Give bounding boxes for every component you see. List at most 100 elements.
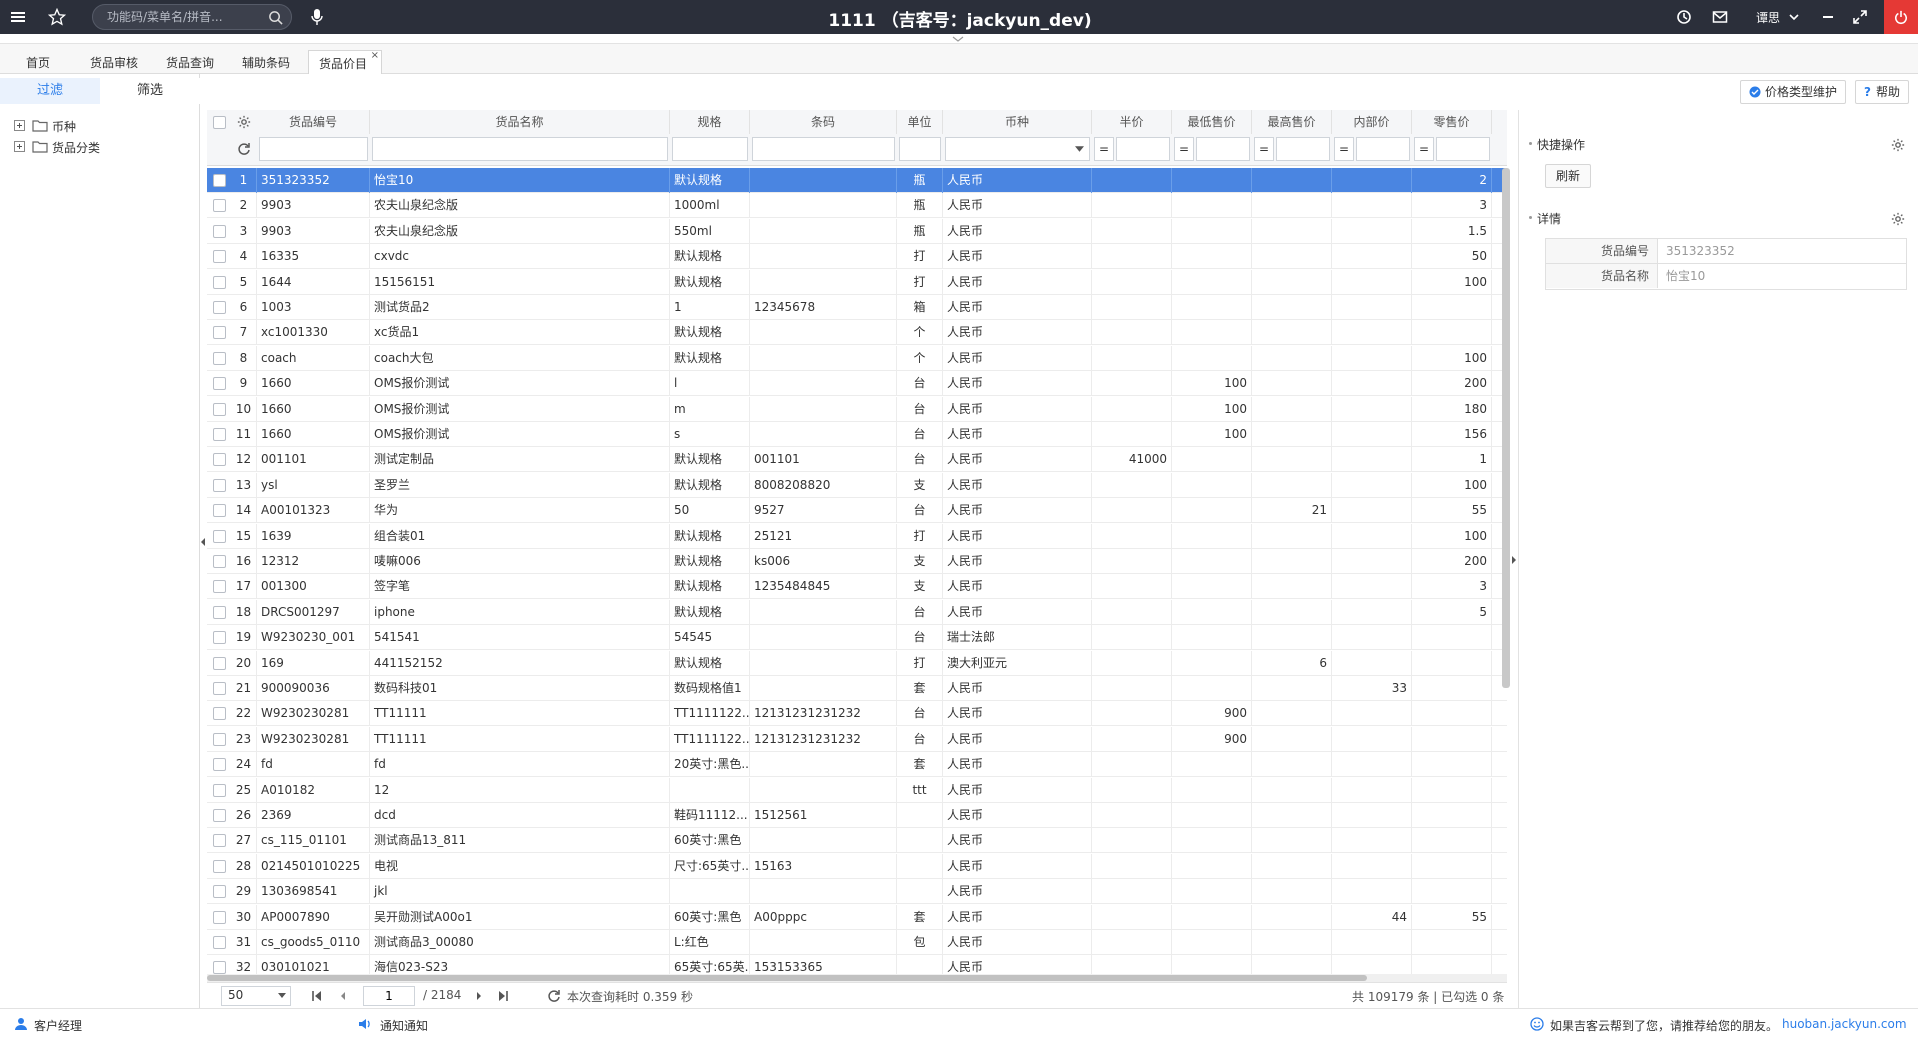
notice-text[interactable]: 通知通知 (380, 1017, 428, 1034)
table-row[interactable]: 10 1660 OMS报价测试 m 台人民币 100 180 (207, 396, 1507, 422)
row-checkbox[interactable] (213, 478, 226, 492)
row-checkbox[interactable] (213, 174, 226, 187)
column-header-goods-name[interactable]: 货品名称 (370, 110, 670, 134)
tab-home[interactable]: 首页 (16, 50, 60, 74)
select-all-checkbox[interactable] (213, 116, 226, 129)
row-checkbox[interactable] (213, 351, 226, 365)
row-checkbox[interactable] (213, 428, 226, 441)
row-checkbox[interactable] (213, 859, 226, 873)
row-checkbox[interactable] (213, 656, 226, 670)
refresh-icon[interactable] (547, 989, 561, 1003)
table-row[interactable]: 26 2369 dcd 鞋码11112... 1512561 人民币 (207, 803, 1507, 828)
filter-input-barcode[interactable] (752, 137, 895, 161)
user-name[interactable]: 谭思 (1756, 9, 1780, 26)
column-header-min-price[interactable]: 最低售价 (1172, 110, 1252, 134)
column-header-barcode[interactable]: 条码 (750, 110, 897, 134)
table-row[interactable]: 15 1639 组合装01 默认规格 25121 打人民币 100 (207, 523, 1507, 549)
price-type-maintain-button[interactable]: 价格类型维护 (1740, 80, 1847, 104)
row-checkbox[interactable] (213, 199, 226, 213)
tab-goods-query[interactable]: 货品查询 (156, 50, 224, 74)
row-checkbox[interactable] (213, 910, 226, 924)
table-row[interactable]: 13 ysl 圣罗兰 默认规格 8008208820 支人民币 100 (207, 472, 1507, 498)
table-row[interactable]: 19 W9230230_001 541541 54545 台瑞士法郎 (207, 625, 1507, 651)
row-checkbox[interactable] (213, 682, 226, 695)
expand-icon[interactable] (14, 120, 25, 131)
table-row[interactable]: 20 169 441152152 默认规格 打澳大利亚元 6 (207, 650, 1507, 676)
dropdown-arrow-icon[interactable] (1075, 146, 1084, 152)
table-row[interactable]: 17 001300 签字笔 默认规格 1235484845 支人民币 3 (207, 574, 1507, 600)
microphone-icon[interactable] (310, 8, 324, 26)
clock-icon[interactable] (1676, 9, 1692, 25)
tab-filter[interactable]: 过滤 (0, 78, 100, 104)
row-checkbox[interactable] (213, 301, 226, 314)
collapse-right-handle[interactable] (1510, 548, 1518, 572)
expand-icon[interactable] (14, 141, 25, 152)
filter-input-max-price[interactable] (1276, 137, 1330, 161)
scrollbar-thumb[interactable] (207, 975, 1367, 981)
row-checkbox[interactable] (213, 834, 226, 848)
prev-page-icon[interactable] (337, 989, 349, 1003)
row-checkbox[interactable] (213, 936, 226, 949)
row-checkbox[interactable] (213, 326, 226, 340)
header-collapse-bar[interactable] (0, 34, 1918, 44)
collapse-left-handle[interactable] (199, 530, 207, 554)
row-checkbox[interactable] (213, 707, 226, 721)
tab-goods-review[interactable]: 货品审核 (80, 50, 148, 74)
horizontal-scrollbar[interactable] (207, 974, 1507, 982)
filter-input-inner-price[interactable] (1356, 137, 1410, 161)
star-icon[interactable] (48, 8, 66, 26)
table-row[interactable]: 11 1660 OMS报价测试 s 台人民币 100 156 (207, 422, 1507, 447)
mail-icon[interactable] (1712, 9, 1728, 25)
chevron-down-icon[interactable] (952, 36, 964, 42)
refresh-button[interactable]: 刷新 (1545, 164, 1592, 188)
row-checkbox[interactable] (213, 224, 226, 238)
table-row[interactable]: 1 351323352 怡宝10 默认规格 瓶人民币 2 (207, 168, 1507, 193)
column-header-max-price[interactable]: 最高售价 (1252, 110, 1332, 134)
row-checkbox[interactable] (213, 580, 226, 594)
filter-operator[interactable]: = (1094, 137, 1114, 161)
filter-input-retail-price[interactable] (1436, 137, 1490, 161)
recommend-link[interactable]: huoban.jackyun.com (1782, 1017, 1907, 1031)
table-row[interactable]: 29 1303698541 jkl 人民币 (207, 879, 1507, 905)
help-button[interactable]: ? 帮助 (1855, 80, 1910, 104)
chevron-down-icon[interactable] (1788, 9, 1800, 25)
search-input[interactable] (107, 9, 257, 25)
column-header-inner-price[interactable]: 内部价 (1332, 110, 1412, 134)
column-settings-gear-icon[interactable] (237, 115, 251, 129)
column-header-spec[interactable]: 规格 (670, 110, 750, 134)
tab-goods-price[interactable]: 货品价目 × (308, 50, 383, 74)
row-checkbox[interactable] (213, 758, 226, 772)
column-header-half-price[interactable]: 半价 (1092, 110, 1172, 134)
column-header-currency[interactable]: 币种 (943, 110, 1092, 134)
filter-input-unit[interactable] (899, 137, 941, 161)
table-row[interactable]: 23 W9230230281 TT11111 TT1111122... 12131231… (207, 726, 1507, 752)
first-page-icon[interactable] (311, 989, 323, 1003)
table-row[interactable]: 14 A00101323 华为 50 9527 台人民币 21 55 (207, 498, 1507, 524)
filter-input-goods-name[interactable] (372, 137, 668, 161)
filter-input-goods-code[interactable] (259, 137, 368, 161)
table-row[interactable]: 27 cs_115_01101 测试商品13_811 60英寸:黑色 人民币 (207, 828, 1507, 854)
column-header-goods-code[interactable]: 货品编号 (257, 110, 370, 134)
row-checkbox[interactable] (213, 961, 226, 975)
table-row[interactable]: 21 900090036 数码科技01 数码规格值1 套人民币 33 (207, 676, 1507, 701)
row-checkbox[interactable] (213, 453, 226, 467)
close-window-button[interactable] (1884, 0, 1918, 34)
filter-input-currency[interactable] (945, 137, 1090, 161)
row-checkbox[interactable] (213, 809, 226, 822)
filter-input-min-price[interactable] (1196, 137, 1250, 161)
row-checkbox[interactable] (213, 250, 226, 264)
table-row[interactable]: 4 16335 cxvdc 默认规格 打人民币 50 (207, 244, 1507, 270)
table-row[interactable]: 28 0214501010225 电视 尺寸:65英寸... 15163 人民币 (207, 853, 1507, 879)
table-row[interactable]: 25 A010182 12 ttt 人民币 (207, 777, 1507, 803)
table-row[interactable]: 9 1660 OMS报价测试 l 台人民币 100 200 (207, 371, 1507, 397)
filter-operator[interactable]: = (1414, 137, 1434, 161)
row-checkbox[interactable] (213, 885, 226, 899)
table-row[interactable]: 22 W9230230281 TT11111 TT1111122... 12131231… (207, 701, 1507, 727)
table-row[interactable]: 8 coach coach大包 默认规格 个人民币 100 (207, 345, 1507, 371)
menu-icon[interactable] (10, 9, 26, 25)
table-row[interactable]: 30 AP0007890 吴开勋测试A00o1 60英寸:黑色 A00pppc 套人民币 4… (207, 904, 1507, 930)
table-row[interactable]: 12 001101 测试定制品 默认规格 001101 台人民币 41000 1 (207, 447, 1507, 473)
filter-operator[interactable]: = (1334, 137, 1354, 161)
last-page-icon[interactable] (497, 989, 509, 1003)
row-checkbox[interactable] (213, 783, 226, 797)
